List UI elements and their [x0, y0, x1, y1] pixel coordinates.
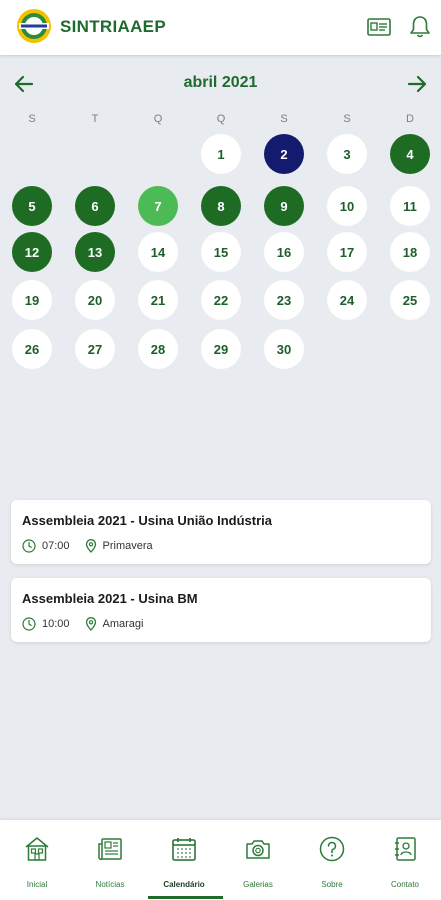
- weekday-label: S: [28, 113, 36, 125]
- event-location: Amaragi: [102, 618, 144, 630]
- month-navigation: abril 2021: [0, 62, 441, 104]
- weekday-label: Q: [153, 113, 163, 125]
- calendar-day[interactable]: 15: [201, 232, 241, 272]
- calendar-day[interactable]: 24: [327, 280, 367, 320]
- calendar-day[interactable]: 17: [327, 232, 367, 272]
- calendar-day[interactable]: 8: [201, 186, 241, 226]
- calendar-day[interactable]: 29: [201, 329, 241, 369]
- location-pin-icon: [85, 539, 96, 553]
- weekday-label: D: [406, 113, 414, 125]
- calendar-day[interactable]: 22: [201, 280, 241, 320]
- calendar-day[interactable]: 21: [138, 280, 178, 320]
- calendar-day[interactable]: 26: [12, 329, 52, 369]
- camera-icon: [246, 840, 270, 859]
- month-title: abril 2021: [183, 74, 258, 91]
- arrow-right-icon[interactable]: [405, 72, 429, 96]
- calendar-day[interactable]: 10: [327, 186, 367, 226]
- calendar-day[interactable]: 7: [138, 186, 178, 226]
- clock-icon: [22, 617, 36, 631]
- event-meta: 10:00 Amaragi: [22, 616, 144, 632]
- contact-book-icon: [395, 837, 416, 861]
- calendar-day[interactable]: 28: [138, 329, 178, 369]
- nav-label: Inicial: [26, 880, 48, 889]
- bell-icon[interactable]: [407, 14, 433, 40]
- calendar-day[interactable]: 3: [327, 134, 367, 174]
- calendar-day[interactable]: 27: [75, 329, 115, 369]
- nav-calendario[interactable]: Calendário: [148, 820, 220, 900]
- calendar-day[interactable]: 25: [390, 280, 430, 320]
- calendar-day[interactable]: 2: [264, 134, 304, 174]
- sintriaaep-logo: [17, 9, 51, 43]
- clock-icon: [22, 539, 36, 553]
- event-title: Assembleia 2021 - Usina BM: [22, 591, 198, 606]
- home-icon: [25, 837, 49, 861]
- event-time: 07:00: [42, 540, 70, 552]
- calendar-day[interactable]: 4: [390, 134, 430, 174]
- location-pin-icon: [85, 617, 96, 631]
- nav-label: Sobre: [321, 880, 343, 889]
- nav-label: Galerias: [243, 880, 273, 889]
- calendar-icon: [172, 838, 196, 861]
- event-card[interactable]: Assembleia 2021 - Usina União Indústria …: [11, 500, 431, 564]
- calendar-day[interactable]: 18: [390, 232, 430, 272]
- event-time: 10:00: [42, 618, 70, 630]
- calendar-day[interactable]: 12: [12, 232, 52, 272]
- nav-inicial[interactable]: Inicial: [1, 820, 73, 900]
- weekday-label: S: [343, 113, 351, 125]
- calendar-day[interactable]: 9: [264, 186, 304, 226]
- event-title: Assembleia 2021 - Usina União Indústria: [22, 513, 272, 528]
- calendar-day[interactable]: 6: [75, 186, 115, 226]
- calendar-day[interactable]: 11: [390, 186, 430, 226]
- calendar-day[interactable]: 30: [264, 329, 304, 369]
- calendar-day[interactable]: 23: [264, 280, 304, 320]
- calendar-day[interactable]: 13: [75, 232, 115, 272]
- event-location: Primavera: [102, 540, 153, 552]
- calendar-day[interactable]: 5: [12, 186, 52, 226]
- bottom-navigation: Inicial Notícias Calendário Galerias Sob…: [0, 820, 441, 900]
- nav-galerias[interactable]: Galerias: [222, 820, 294, 900]
- calendar-day[interactable]: 1: [201, 134, 241, 174]
- nav-contato[interactable]: Contato: [369, 820, 441, 900]
- brand-name: SINTRIAAEP: [60, 17, 166, 36]
- id-card-icon[interactable]: [366, 14, 392, 40]
- event-meta: 07:00 Primavera: [22, 538, 153, 554]
- help-icon: [319, 836, 345, 862]
- nav-noticias[interactable]: Notícias: [74, 820, 146, 900]
- weekday-label: S: [280, 113, 288, 125]
- calendar-day[interactable]: 20: [75, 280, 115, 320]
- nav-label: Calendário: [163, 880, 205, 889]
- weekday-label: T: [91, 113, 99, 125]
- app-header: SINTRIAAEP: [0, 0, 441, 55]
- calendar-day[interactable]: 19: [12, 280, 52, 320]
- newspaper-icon: [98, 838, 122, 861]
- event-card[interactable]: Assembleia 2021 - Usina BM 10:00 Amaragi: [11, 578, 431, 642]
- calendar-day[interactable]: 14: [138, 232, 178, 272]
- calendar-day[interactable]: 16: [264, 232, 304, 272]
- nav-sobre[interactable]: Sobre: [296, 820, 368, 900]
- nav-label: Contato: [390, 880, 420, 889]
- nav-label: Notícias: [95, 880, 125, 889]
- weekday-label: Q: [216, 113, 226, 125]
- active-tab-indicator: [148, 896, 223, 899]
